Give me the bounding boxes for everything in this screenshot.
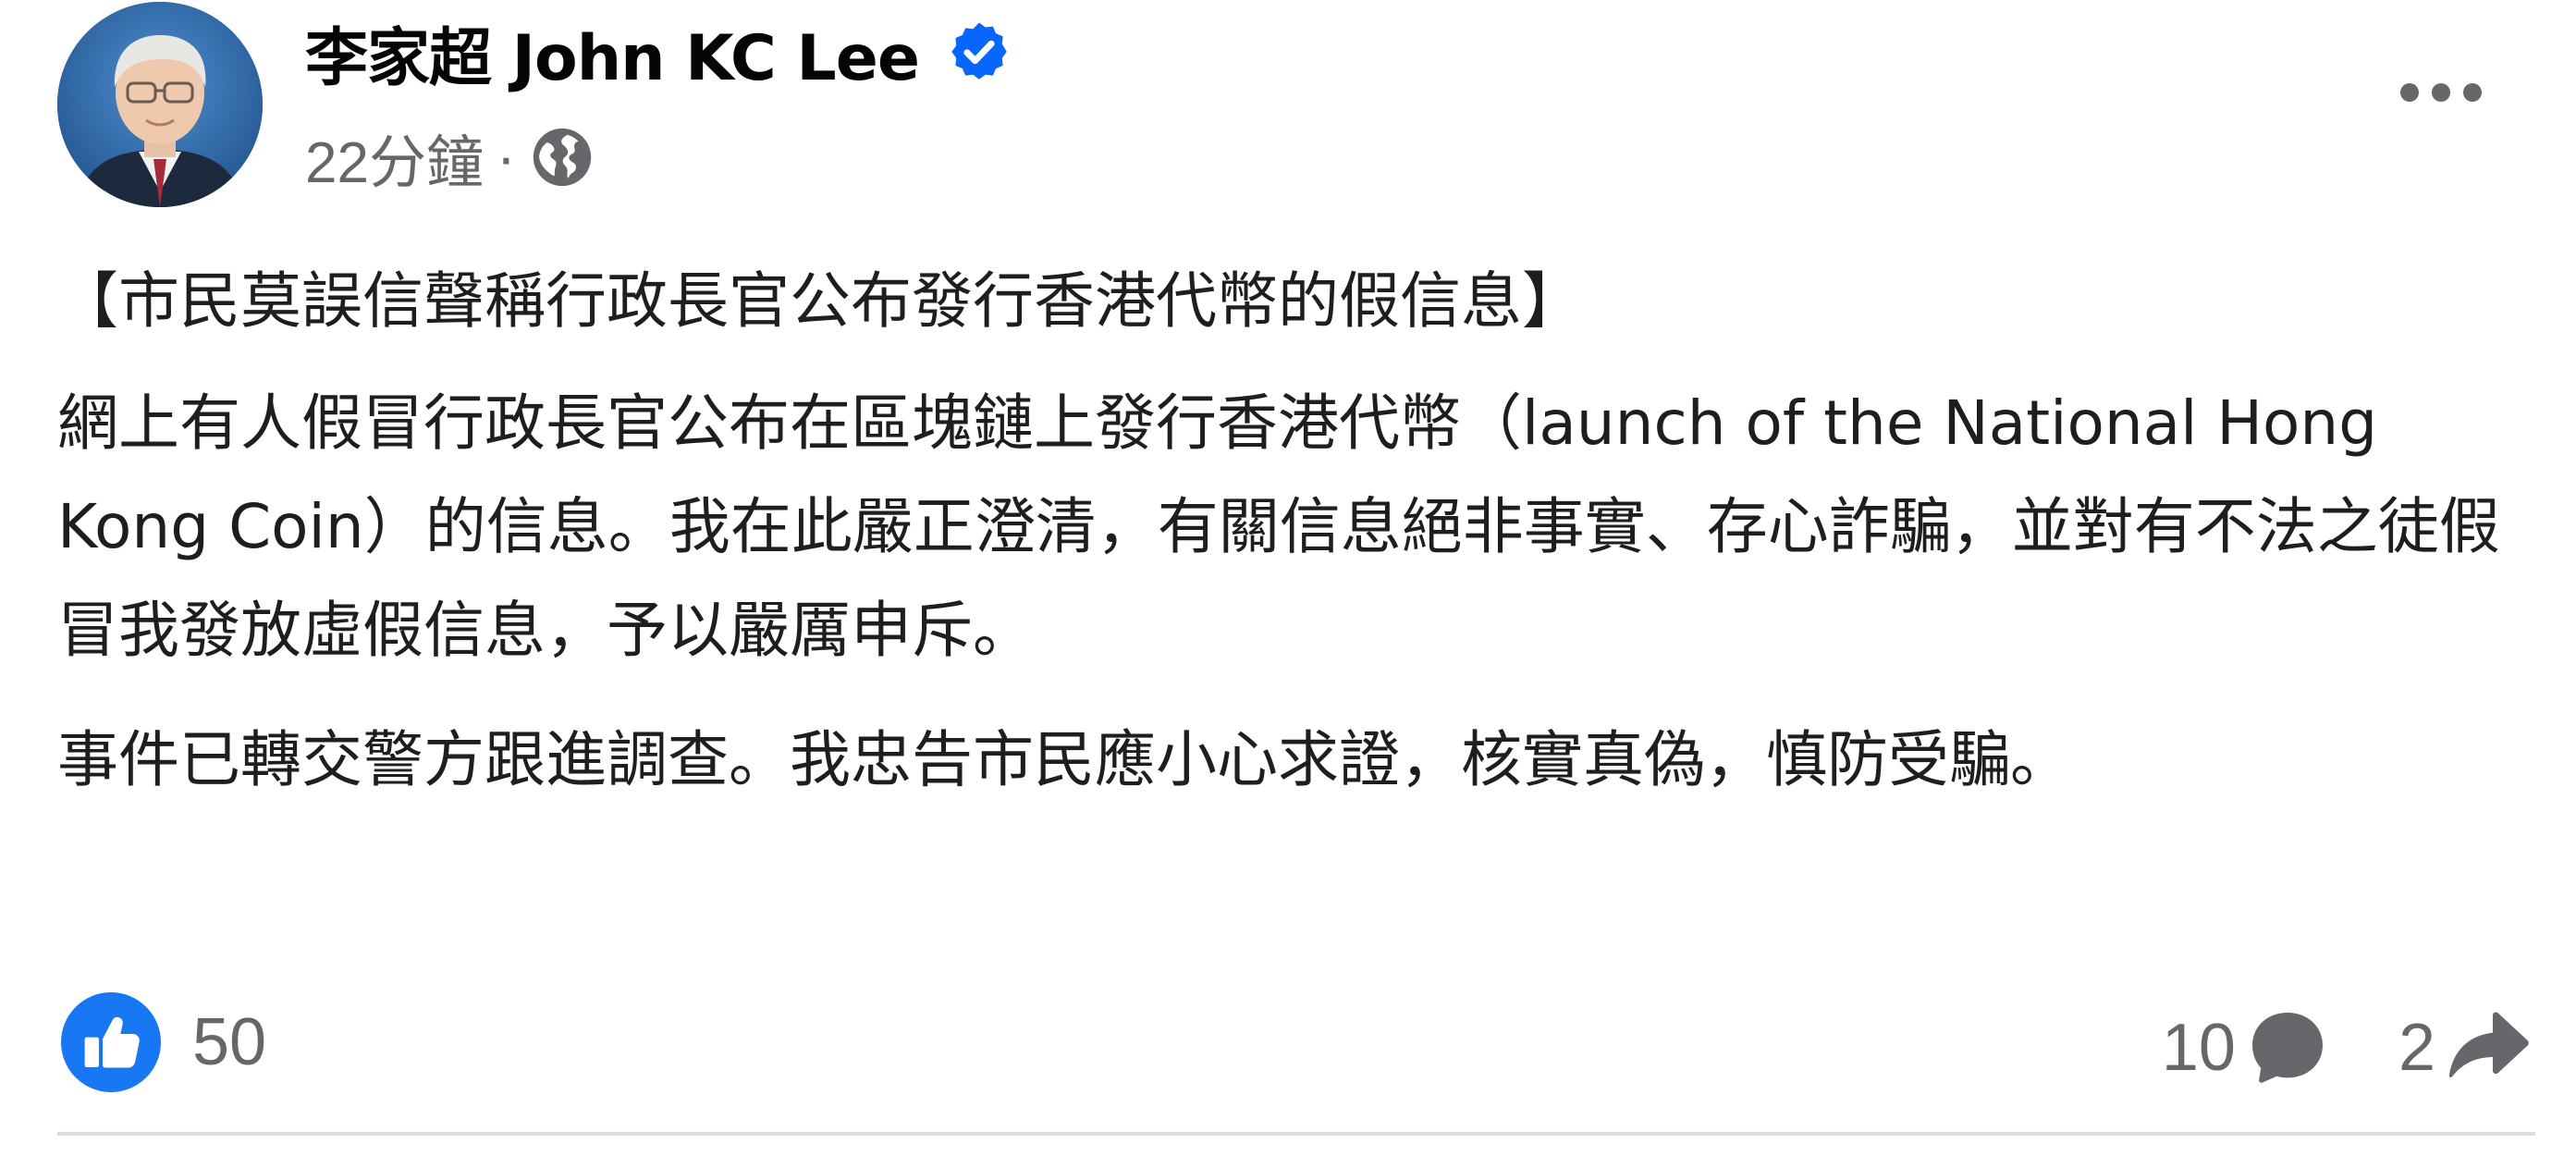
post-body: 【市民莫誤信聲稱行政長官公布發行香港代幣的假信息】 網上有人假冒行政長官公布在區… (57, 250, 2517, 838)
post-timestamp[interactable]: 22分鐘 (305, 116, 484, 199)
verified-badge-icon (947, 19, 1012, 84)
author-row: 李家超 John KC Lee (305, 6, 1012, 98)
more-options-icon (2395, 79, 2487, 106)
reaction-count: 50 (192, 1005, 267, 1079)
engagement-stats: 10 2 (2162, 997, 2532, 1099)
reactions-summary[interactable]: 50 (61, 991, 266, 1093)
share-icon (2443, 1003, 2532, 1092)
author-avatar[interactable] (57, 2, 263, 207)
like-icon (61, 992, 161, 1092)
post-paragraph: 事件已轉交警方跟進調查。我忠告市民應小心求證，核實真偽，慎防受騙。 (57, 724, 2071, 795)
meta-separator: · (496, 125, 516, 190)
post-title: 【市民莫誤信聲稱行政長官公布發行香港代幣的假信息】 (57, 265, 1583, 337)
globe-icon[interactable] (531, 126, 594, 189)
comments-link[interactable]: 10 (2162, 1003, 2332, 1092)
more-options-button[interactable] (2386, 65, 2496, 120)
share-count: 2 (2398, 1011, 2435, 1085)
post-meta: 22分鐘 · (305, 115, 594, 200)
post-paragraph: 網上有人假冒行政長官公布在區塊鏈上發行香港代幣（launch of the Na… (57, 387, 2500, 666)
comment-count: 10 (2161, 1011, 2236, 1085)
shares-link[interactable]: 2 (2398, 1003, 2532, 1092)
author-name[interactable]: 李家超 John KC Lee (305, 6, 920, 98)
comment-icon (2243, 1003, 2332, 1092)
divider (57, 1132, 2535, 1136)
